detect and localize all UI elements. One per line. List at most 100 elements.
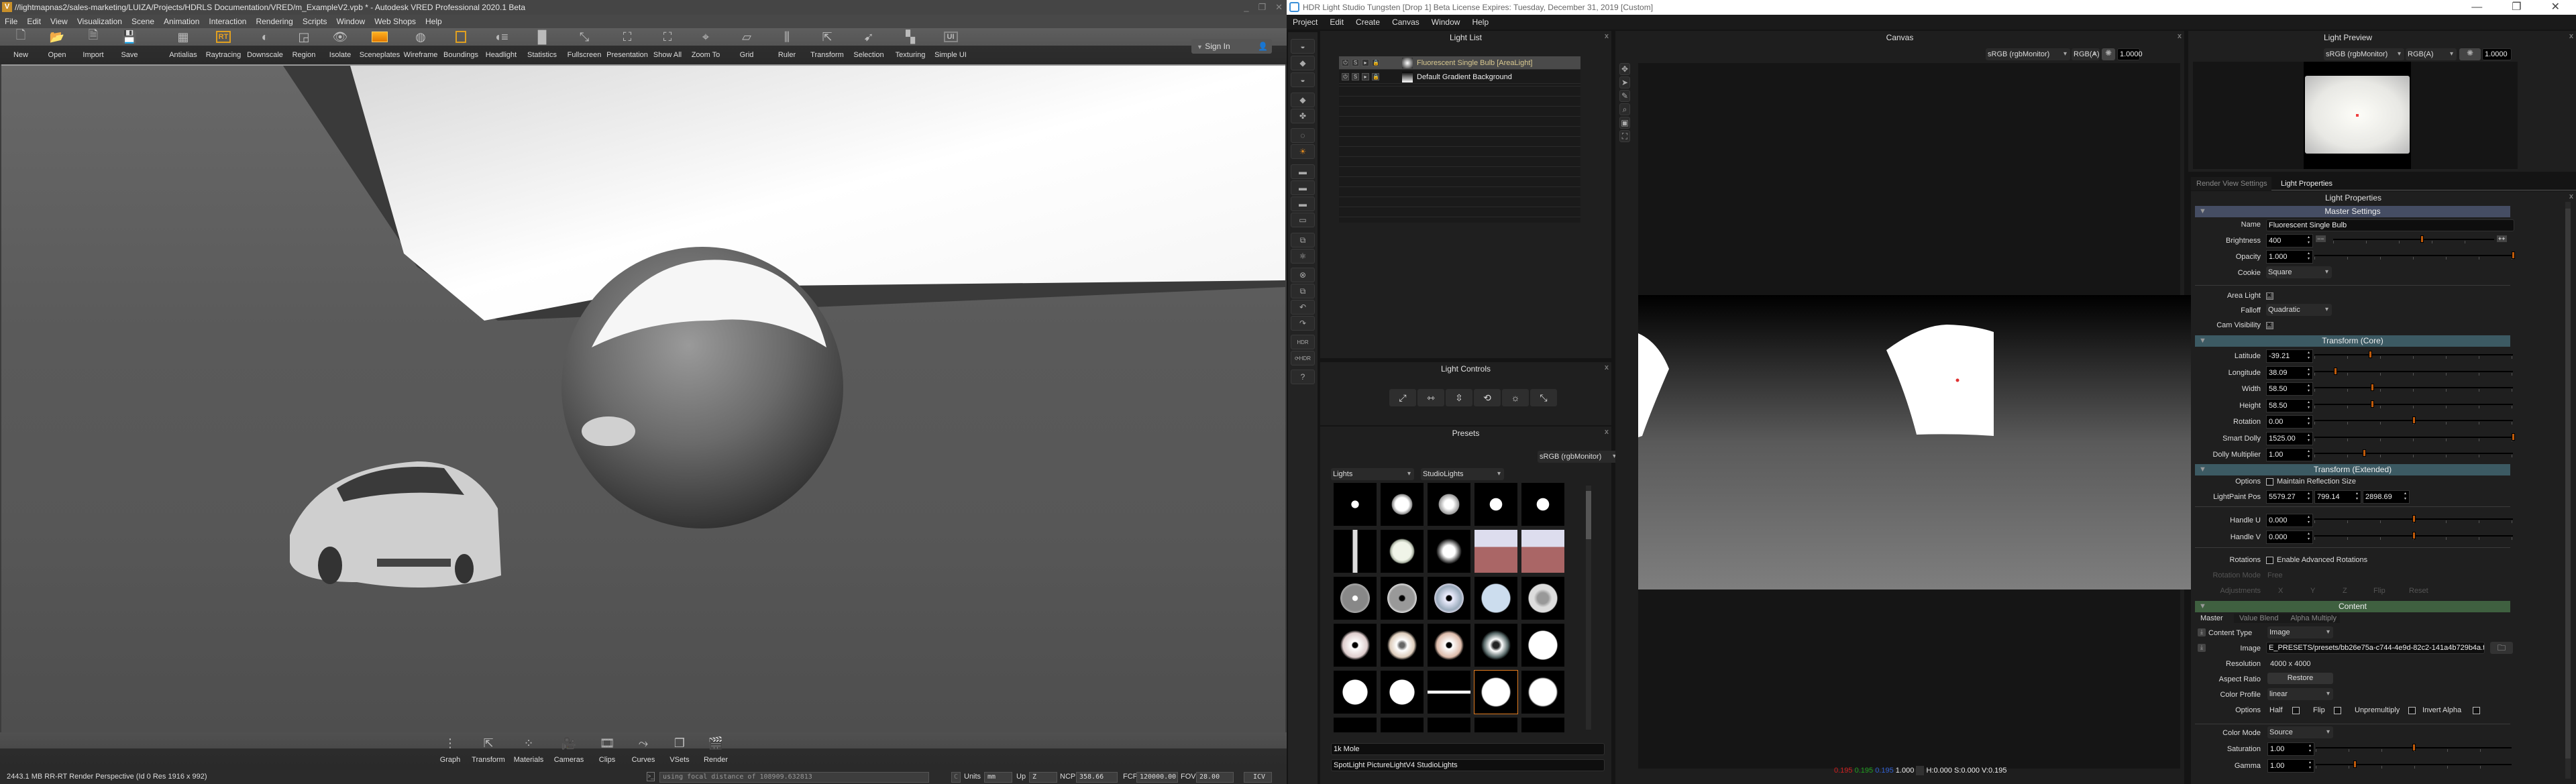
content-tab-master[interactable]: Master [2200,614,2223,622]
preview-exposure-field[interactable]: 1.0000 [2482,48,2512,60]
preset-thumbnail[interactable] [1521,718,1564,732]
handle-u-slider[interactable] [2314,515,2513,525]
wireframe-button[interactable]: ◍ Wireframe [401,28,440,64]
dolly-multiplier-slider[interactable] [2314,449,2513,459]
render-button[interactable]: 🎬 Render [698,732,734,769]
area-light-checkbox[interactable] [2266,292,2273,300]
latitude-slider-thumb[interactable] [2368,351,2372,358]
close-panel-icon[interactable]: x [1605,32,1609,40]
content-header[interactable]: ▼ Content [2195,601,2510,612]
region-button[interactable]: ◲ Region [286,28,322,64]
transform-extended-header[interactable]: ▼ Transform (Extended) [2195,464,2510,475]
smart-dolly-slider-thumb[interactable] [2512,433,2515,441]
canvas-map[interactable] [1638,295,2226,590]
preset-thumbnail[interactable] [1428,530,1470,573]
preset-thumbnail[interactable] [1428,483,1470,526]
preset-thumbnail[interactable] [1474,530,1517,573]
area-light-button[interactable]: ◒ [1291,39,1315,54]
select-tool-button[interactable]: ➤ [1619,76,1630,89]
rotation-slider-thumb[interactable] [2412,416,2416,424]
menu-project[interactable]: Project [1287,15,1324,30]
light-name-field[interactable]: Fluorescent Single Bulb [2266,219,2514,231]
preset-thumbnail[interactable] [1521,483,1564,526]
preset-thumbnail[interactable] [1381,718,1424,732]
hdr-refresh-button[interactable]: ⟳HDR [1291,351,1315,366]
image-path-field[interactable]: E_PRESETS/presets/bb26e75a-c744-4e9d-82c… [2266,642,2485,654]
menu-edit[interactable]: Edit [1324,15,1350,30]
statistics-button[interactable]: ▐▌ Statistics [521,28,564,64]
help-button[interactable]: ? [1291,370,1315,384]
brightness-increase-button[interactable]: ++ [2497,235,2507,242]
minimize-icon[interactable]: _ [1244,0,1248,15]
selection-button[interactable]: ➹ Selection [848,28,890,64]
image-animate-icon[interactable]: ⤓ [2198,644,2206,652]
menu-web-shops[interactable]: Web Shops [370,15,421,28]
graph-button[interactable]: ⋮ Graph [432,732,468,769]
preview-channels-select[interactable]: RGB(A) [2406,48,2457,60]
texturing-button[interactable]: ▚ Texturing [890,28,931,64]
cam-visibility-checkbox[interactable] [2266,321,2273,329]
exposure-aperture-icon[interactable]: ✺ [2102,48,2115,60]
flip-checkbox[interactable] [2334,707,2341,714]
menu-help[interactable]: Help [1466,15,1495,30]
lightpaint-x-input[interactable]: 5579.27 [2266,490,2313,504]
brightness-slider-thumb[interactable] [2420,235,2424,243]
light-handle[interactable] [1955,378,1960,382]
isolate-button[interactable]: 👁 Isolate [322,28,358,64]
headlight-button[interactable]: ◖≡ Headlight [482,28,521,64]
menu-create[interactable]: Create [1350,15,1386,30]
handle-v-slider[interactable] [2314,532,2513,542]
opacity-slider[interactable] [2314,251,2515,262]
menu-animation[interactable]: Animation [159,15,204,28]
preset-category-select[interactable]: Lights [1331,468,1414,480]
minimize-icon[interactable]: — [2471,0,2482,15]
transform-module-button[interactable]: ⇱ Transform [468,732,508,769]
preset-thumbnail[interactable] [1521,671,1564,714]
rotation-input[interactable]: 0.00 [2266,415,2313,429]
preset-thumbnail[interactable] [1428,624,1470,667]
undo-button[interactable]: ↶ [1291,300,1315,315]
preset-thumbnail[interactable] [1381,530,1424,573]
scale-control-button[interactable]: ⤢ [1389,389,1416,406]
fov-input[interactable]: 28.00 [1196,772,1234,783]
menu-rendering[interactable]: Rendering [251,15,297,28]
tab-light-properties[interactable]: Light Properties [2274,177,2332,190]
width-slider-thumb[interactable] [2370,384,2374,391]
handle-u-input[interactable]: 0.000 [2266,514,2313,527]
spot-light-button[interactable]: ◌ [1291,128,1315,143]
clear-console-button[interactable]: C [951,772,961,783]
fullscreen-button[interactable]: ⤡ Fullscreen [564,28,605,64]
menu-interaction[interactable]: Interaction [204,15,251,28]
gamma-slider-thumb[interactable] [2353,761,2357,768]
up-axis-select[interactable]: Z [1029,772,1057,783]
light-list-item[interactable]: ⏻ S ▸ 🔒 Fluorescent Single Bulb [AreaLight] [1339,56,1580,70]
master-settings-header[interactable]: ▼ Master Settings [2195,206,2510,217]
preview-exposure-icon[interactable]: ✺ [2459,48,2481,60]
presentation-button[interactable]: ⛶ Presentation [605,28,649,64]
handle-u-slider-thumb[interactable] [2412,515,2416,522]
solo-toggle-icon[interactable]: ⏻ [1342,73,1349,80]
preset-thumbnail[interactable] [1381,577,1424,620]
preset-thumbnail[interactable] [1334,718,1377,732]
paint-tool-button[interactable]: ✎ [1619,90,1630,102]
delete-light-button[interactable]: ⊗ [1291,268,1315,282]
zoom-to-button[interactable]: ⌖ Zoom To [686,28,726,64]
brightness-control-button[interactable]: ☼ [1502,389,1529,406]
antialias-button[interactable]: ▦ Antialias [164,28,203,64]
lightpaint-z-input[interactable]: 2898.69 [2363,490,2410,504]
grid-button[interactable]: ▱ Grid [726,28,767,64]
preset-thumbnail[interactable] [1474,718,1517,732]
height-control-button[interactable]: ⇳ [1446,389,1472,406]
content-type-select[interactable]: Image [2267,626,2333,638]
brightness-slider[interactable] [2333,235,2494,245]
downscale-button[interactable]: ◐ Downscale [244,28,286,64]
maintain-reflection-checkbox[interactable] [2266,478,2273,486]
sign-in-button[interactable]: ▼ Sign In 👤 [1191,39,1272,54]
boundings-button[interactable]: Boundings [440,28,482,64]
properties-scrollbar[interactable] [2565,202,2571,779]
menu-visualization[interactable]: Visualization [72,15,127,28]
zoom-tool-button[interactable]: ⌕ [1619,103,1630,115]
preset-thumbnail[interactable] [1381,624,1424,667]
sceneplates-button[interactable]: Sceneplates [358,28,401,64]
lightpaint-y-input[interactable]: 799.14 [2314,490,2361,504]
